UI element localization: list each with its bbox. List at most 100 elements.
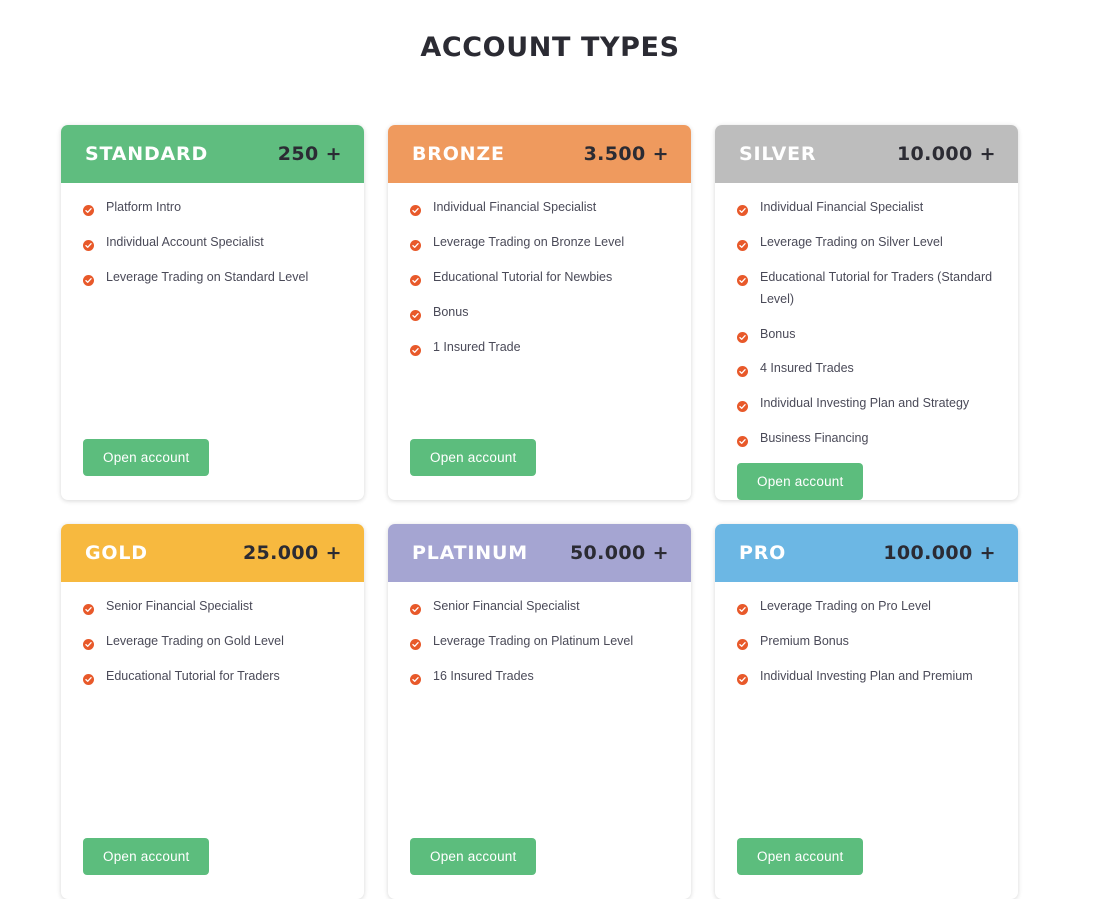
feature-label: Business Financing xyxy=(760,431,869,446)
open-account-button[interactable]: Open account xyxy=(410,838,537,875)
card-price: 10.000 + xyxy=(896,143,996,165)
card-price: 3.500 + xyxy=(583,143,669,165)
feature-item: Individual Account Specialist xyxy=(83,232,346,254)
account-card-silver: SILVER 10.000 + Individual Financial Speci… xyxy=(715,125,1018,500)
account-card-gold: GOLD 25.000 + Senior Financial Specialist L… xyxy=(61,524,364,899)
check-circle-icon xyxy=(83,601,94,615)
check-circle-icon xyxy=(410,601,421,615)
feature-label: Bonus xyxy=(433,304,469,319)
check-circle-icon xyxy=(410,237,421,251)
feature-item: Senior Financial Specialist xyxy=(410,596,673,618)
feature-item: Educational Tutorial for Traders (Standa… xyxy=(737,267,1000,311)
open-account-button[interactable]: Open account xyxy=(410,439,537,476)
card-price: 25.000 + xyxy=(242,542,342,564)
page-title: ACCOUNT TYPES xyxy=(420,32,680,63)
feature-item: Individual Financial Specialist xyxy=(410,197,673,219)
check-circle-icon xyxy=(410,307,421,321)
check-circle-icon xyxy=(410,342,421,356)
account-card-pro: PRO 100.000 + Leverage Trading on Pro Leve… xyxy=(715,524,1018,899)
open-account-button[interactable]: Open account xyxy=(83,838,210,875)
feature-item: Leverage Trading on Silver Level xyxy=(737,232,1000,254)
check-circle-icon xyxy=(737,202,748,216)
feature-label: Senior Financial Specialist xyxy=(433,599,580,613)
card-tier-name: GOLD xyxy=(85,542,148,564)
feature-item: Individual Investing Plan and Premium xyxy=(737,666,1000,688)
card-body: Leverage Trading on Pro Level Premium Bon… xyxy=(715,582,1018,838)
card-header-gold: GOLD 25.000 + xyxy=(61,524,364,582)
feature-list: Senior Financial Specialist Leverage Trad… xyxy=(410,596,673,838)
card-price: 50.000 + xyxy=(569,542,669,564)
card-header-pro: PRO 100.000 + xyxy=(715,524,1018,582)
feature-label: Leverage Trading on Pro Level xyxy=(760,599,931,613)
feature-label: 1 Insured Trade xyxy=(433,339,521,354)
feature-item: Leverage Trading on Pro Level xyxy=(737,596,1000,618)
feature-item: Educational Tutorial for Traders xyxy=(83,666,346,688)
check-circle-icon xyxy=(83,636,94,650)
account-types-grid: STANDARD 250 + Platform Intro Individual Ac… xyxy=(61,125,1018,899)
feature-list: Individual Financial Specialist Leverage … xyxy=(410,197,673,439)
check-circle-icon xyxy=(737,363,748,378)
check-circle-icon xyxy=(410,671,421,685)
feature-label: Platform Intro xyxy=(106,200,182,214)
card-tier-name: STANDARD xyxy=(85,143,209,165)
feature-label: Educational Tutorial for Traders (Standa… xyxy=(760,269,993,306)
feature-item: 16 Insured Trades xyxy=(410,666,673,688)
feature-item: Leverage Trading on Platinum Level xyxy=(410,631,673,653)
feature-label: Individual Investing Plan and Premium xyxy=(760,668,973,683)
feature-label: Bonus xyxy=(760,326,796,341)
card-footer: Open account xyxy=(388,439,691,500)
card-tier-name: BRONZE xyxy=(412,143,505,165)
card-header-platinum: PLATINUM 50.000 + xyxy=(388,524,691,582)
open-account-button[interactable]: Open account xyxy=(737,838,864,875)
feature-label: Individual Financial Specialist xyxy=(433,200,597,214)
feature-label: Leverage Trading on Standard Level xyxy=(106,269,309,284)
feature-label: Individual Financial Specialist xyxy=(760,200,924,214)
feature-item: 1 Insured Trade xyxy=(410,337,673,359)
card-header-bronze: BRONZE 3.500 + xyxy=(388,125,691,183)
feature-label: Leverage Trading on Bronze Level xyxy=(433,234,625,249)
feature-label: 4 Insured Trades xyxy=(760,361,854,376)
check-circle-icon xyxy=(737,433,748,448)
feature-list: Platform Intro Individual Account Special… xyxy=(83,197,346,439)
feature-list: Senior Financial Specialist Leverage Trad… xyxy=(83,596,346,838)
feature-item: Leverage Trading on Standard Level xyxy=(83,267,346,289)
account-card-standard: STANDARD 250 + Platform Intro Individual Ac… xyxy=(61,125,364,500)
card-footer: Open account xyxy=(715,838,1018,899)
feature-list: Individual Financial Specialist Leverage … xyxy=(737,197,1000,463)
feature-item: Premium Bonus xyxy=(737,631,1000,653)
check-circle-icon xyxy=(83,671,94,685)
feature-item: Leverage Trading on Bronze Level xyxy=(410,232,673,254)
feature-item: Individual Investing Plan and Strategy xyxy=(737,393,1000,415)
feature-label: Leverage Trading on Silver Level xyxy=(760,234,943,249)
account-card-platinum: PLATINUM 50.000 + Senior Financial Special… xyxy=(388,524,691,899)
check-circle-icon xyxy=(737,671,748,685)
card-header-standard: STANDARD 250 + xyxy=(61,125,364,183)
open-account-button[interactable]: Open account xyxy=(83,439,210,476)
card-footer: Open account xyxy=(61,838,364,899)
feature-label: Individual Account Specialist xyxy=(106,234,264,249)
check-circle-icon xyxy=(83,272,94,286)
check-circle-icon xyxy=(83,202,94,216)
check-circle-icon xyxy=(410,202,421,216)
feature-item: Leverage Trading on Gold Level xyxy=(83,631,346,653)
check-circle-icon xyxy=(737,636,748,650)
feature-label: Senior Financial Specialist xyxy=(106,599,253,613)
feature-item: 4 Insured Trades xyxy=(737,358,1000,380)
check-circle-icon xyxy=(737,272,748,286)
card-header-silver: SILVER 10.000 + xyxy=(715,125,1018,183)
feature-label: 16 Insured Trades xyxy=(433,668,534,683)
check-circle-icon xyxy=(737,329,748,343)
feature-item: Bonus xyxy=(737,324,1000,346)
feature-label: Leverage Trading on Gold Level xyxy=(106,633,284,648)
feature-label: Educational Tutorial for Newbies xyxy=(433,269,613,284)
card-footer: Open account xyxy=(715,463,1018,500)
card-body: Platform Intro Individual Account Special… xyxy=(61,183,364,439)
check-circle-icon xyxy=(737,237,748,251)
open-account-button[interactable]: Open account xyxy=(737,463,864,500)
feature-item: Platform Intro xyxy=(83,197,346,219)
check-circle-icon xyxy=(410,636,421,650)
feature-item: Senior Financial Specialist xyxy=(83,596,346,618)
card-tier-name: PRO xyxy=(739,542,787,564)
feature-label: Leverage Trading on Platinum Level xyxy=(433,633,634,648)
card-footer: Open account xyxy=(61,439,364,500)
